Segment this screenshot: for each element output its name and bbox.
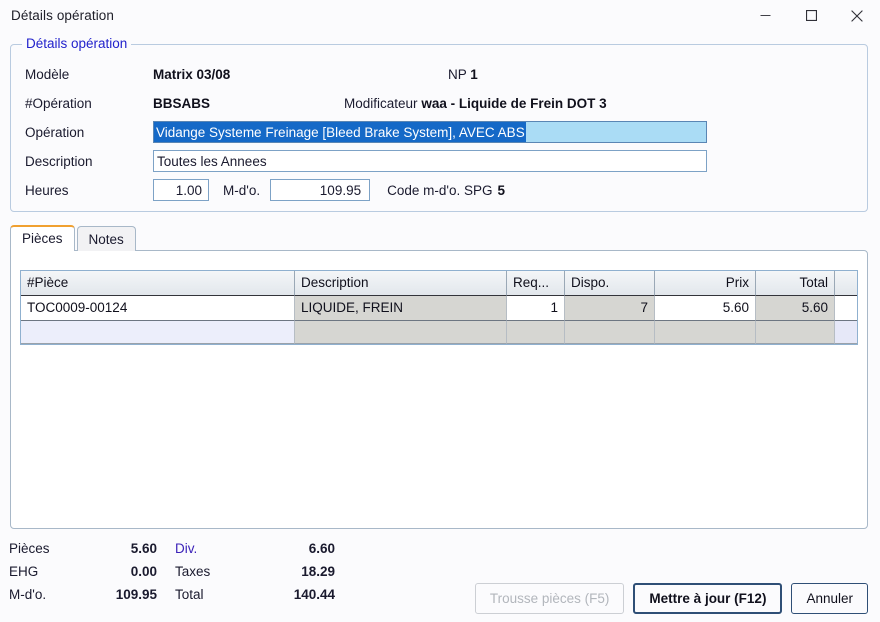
np-block: NP 1 (448, 67, 478, 82)
cell-description: LIQUIDE, FREIN (295, 296, 507, 321)
new-row-req-cell[interactable] (507, 321, 565, 344)
mdo-label: M-d'o. (223, 182, 261, 198)
column-header-dispo[interactable]: Dispo. (565, 271, 655, 296)
totals-pieces-value: 5.60 (130, 541, 157, 556)
totals-ehg-value: 0.00 (130, 564, 157, 579)
parts-kit-button[interactable]: Trousse pièces (F5) (474, 583, 625, 614)
np-label: NP (448, 66, 467, 82)
column-header-extra (835, 271, 857, 296)
new-row-extra-cell (835, 321, 857, 344)
totals-pieces-label: Pièces (9, 541, 50, 556)
totals-row-ehg: EHG 0.00 Taxes 18.29 (0, 560, 420, 583)
description-input[interactable] (153, 150, 707, 172)
cell-dispo: 7 (565, 296, 655, 321)
cell-req[interactable]: 1 (507, 296, 565, 321)
maximize-button[interactable] (788, 0, 834, 31)
np-value: 1 (470, 66, 478, 82)
column-header-description[interactable]: Description (295, 271, 507, 296)
cell-total: 5.60 (756, 296, 835, 321)
groupbox-legend: Détails opération (22, 36, 132, 52)
tab-panel-pieces: #Pièce Description Req... Dispo. Prix To… (10, 250, 868, 529)
operation-details-groupbox: Détails opération Modèle Matrix 03/08 NP… (10, 36, 868, 212)
row-operation: Opération Vidange Systeme Freinage [Blee… (11, 119, 867, 145)
row-description: Description (11, 148, 867, 174)
operation-label: Opération (25, 124, 85, 140)
minimize-icon (760, 15, 770, 16)
heures-input[interactable] (153, 179, 209, 201)
description-label: Description (25, 153, 93, 169)
window-title: Détails opération (11, 8, 115, 23)
totals-taxes-label: Taxes (175, 564, 211, 579)
tab-strip: Pièces Notes (10, 225, 868, 251)
modele-label: Modèle (25, 66, 70, 82)
update-button[interactable]: Mettre à jour (F12) (633, 583, 783, 614)
operation-number-value: BBSABS (153, 95, 211, 111)
modificateur-label: Modificateur (344, 95, 418, 111)
totals-taxes-value: 18.29 (301, 564, 335, 579)
cell-piece[interactable]: TOC0009-00124 (21, 296, 295, 321)
row-modele: Modèle Matrix 03/08 NP 1 (11, 61, 867, 87)
dialog-button-bar: Trousse pièces (F5) Mettre à jour (F12) … (0, 583, 880, 614)
cell-extra (835, 296, 857, 321)
cancel-button[interactable]: Annuler (791, 583, 868, 614)
modificateur-block: Modificateur waa - Liquide de Frein DOT … (344, 96, 607, 111)
grid-header-row: #Pièce Description Req... Dispo. Prix To… (21, 271, 857, 296)
modificateur-value: waa - Liquide de Frein DOT 3 (421, 95, 607, 111)
row-heures: Heures M-d'o. Code m-d'o. SPG 5 (11, 177, 867, 203)
table-new-row[interactable] (21, 321, 857, 344)
parts-grid: #Pièce Description Req... Dispo. Prix To… (20, 270, 858, 345)
totals-ehg-label: EHG (9, 564, 39, 579)
new-row-dispo-cell (565, 321, 655, 344)
close-icon (851, 9, 863, 22)
new-row-piece-cell[interactable] (21, 321, 295, 344)
tab-pieces[interactable]: Pièces (10, 225, 75, 251)
code-mdo-value: 5 (497, 182, 505, 198)
maximize-icon (805, 10, 817, 21)
modele-value: Matrix 03/08 (153, 66, 231, 82)
totals-row-pieces: Pièces 5.60 Div. 6.60 (0, 537, 420, 560)
column-header-piece[interactable]: #Pièce (21, 271, 295, 296)
cell-prix[interactable]: 5.60 (655, 296, 756, 321)
operation-input[interactable]: Vidange Systeme Freinage [Bleed Brake Sy… (153, 121, 707, 143)
tab-notes[interactable]: Notes (76, 226, 136, 251)
row-operation-number: #Opération BBSABS Modificateur waa - Liq… (11, 90, 867, 116)
operation-input-selected-text: Vidange Systeme Freinage [Bleed Brake Sy… (154, 122, 526, 142)
new-row-description-cell (295, 321, 507, 344)
column-header-req[interactable]: Req... (507, 271, 565, 296)
column-header-total[interactable]: Total (756, 271, 835, 296)
operation-number-label: #Opération (25, 95, 92, 111)
title-bar: Détails opération (0, 0, 880, 31)
column-header-prix[interactable]: Prix (655, 271, 756, 296)
totals-div-value: 6.60 (308, 541, 335, 556)
code-mdo-label: Code m-d'o. SPG (387, 182, 493, 198)
new-row-total-cell (756, 321, 835, 344)
totals-div-label[interactable]: Div. (157, 541, 249, 556)
heures-label: Heures (25, 182, 69, 198)
minimize-button[interactable] (742, 0, 788, 31)
mdo-input[interactable] (270, 179, 371, 201)
new-row-prix-cell[interactable] (655, 321, 756, 344)
table-row[interactable]: TOC0009-00124 LIQUIDE, FREIN 1 7 5.60 5.… (21, 296, 857, 321)
close-button[interactable] (834, 0, 880, 31)
